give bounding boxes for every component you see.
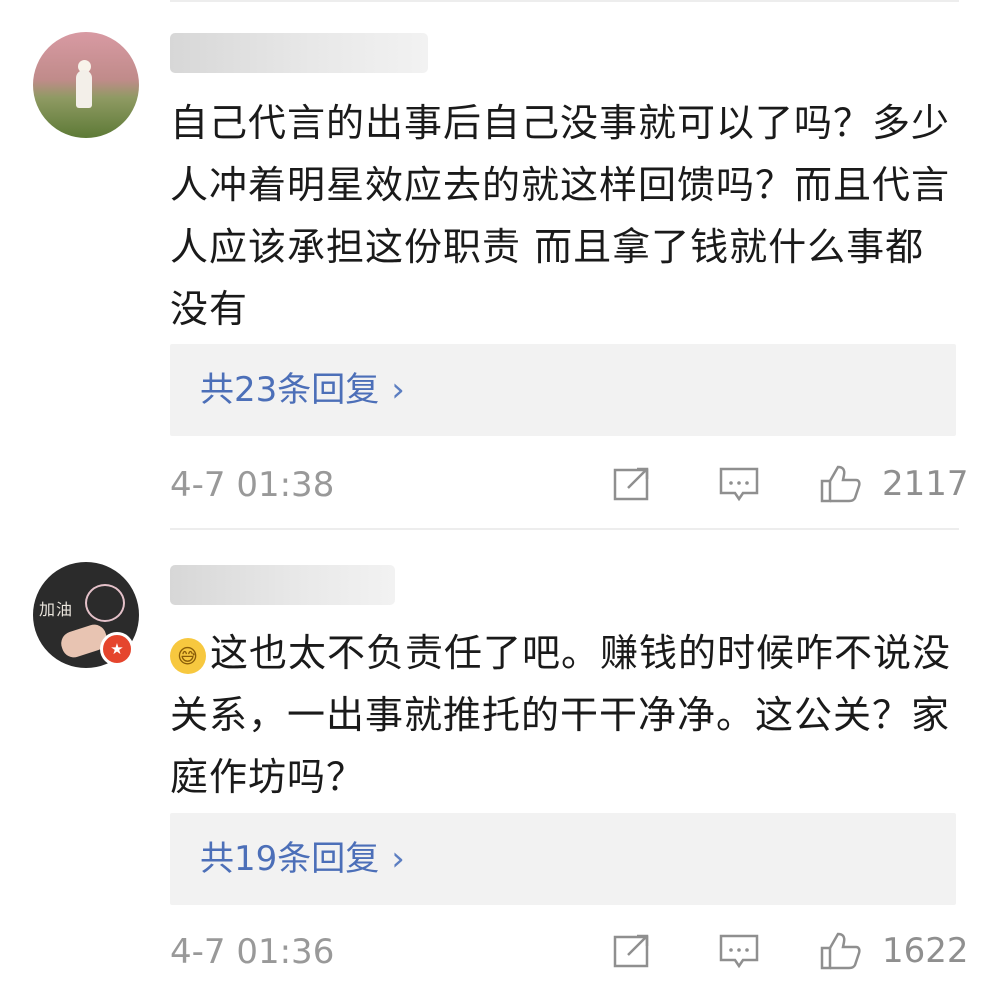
- like-button[interactable]: 1622: [818, 931, 969, 971]
- user-avatar[interactable]: [33, 32, 139, 138]
- replies-link[interactable]: 共19条回复 ›: [170, 813, 956, 905]
- thumbs-up-icon: [820, 932, 861, 970]
- comment-item: 加油 ★ 😅 这也太不负责任了吧。赚钱的时候咋不说没关系，一出事就推托的干干净净。…: [0, 530, 989, 1000]
- replies-link[interactable]: 共23条回复 ›: [170, 344, 956, 436]
- chevron-right-icon: ›: [391, 370, 405, 410]
- comment-icon: [719, 934, 759, 969]
- timestamp: 4-7 01:38: [170, 465, 335, 505]
- comment-button[interactable]: [718, 931, 760, 971]
- comment-text: 自己代言的出事后自己没事就可以了吗？多少人冲着明星效应去的就这样回馈吗？而且代言…: [170, 101, 951, 331]
- blurred-username[interactable]: [170, 565, 395, 605]
- share-button[interactable]: [612, 464, 652, 504]
- like-button[interactable]: 2117: [818, 464, 969, 504]
- replies-count: 共19条回复: [200, 839, 380, 879]
- comment-meta: 4-7 01:38 2117: [170, 461, 969, 509]
- like-count: 2117: [882, 464, 969, 504]
- thumbs-up-icon: [820, 465, 861, 503]
- avatar-text: 加油: [39, 600, 74, 619]
- comment-button[interactable]: [718, 464, 760, 504]
- avatar-chalk-drawing: [85, 584, 125, 622]
- comment-icon: [719, 467, 759, 502]
- comment-text-content: 这也太不负责任了吧。赚钱的时候咋不说没关系，一出事就推托的干干净净。这公关？家庭…: [170, 631, 952, 799]
- like-count: 1622: [882, 931, 969, 971]
- avatar-figure: [76, 70, 92, 108]
- timestamp: 4-7 01:36: [170, 932, 335, 972]
- blurred-username[interactable]: [170, 33, 428, 73]
- sweat-smile-emoji-icon: 😅: [170, 637, 206, 674]
- comment-feed: 自己代言的出事后自己没事就可以了吗？多少人冲着明星效应去的就这样回馈吗？而且代言…: [0, 0, 989, 1000]
- comment-item: 自己代言的出事后自己没事就可以了吗？多少人冲着明星效应去的就这样回馈吗？而且代言…: [0, 0, 989, 530]
- chevron-right-icon: ›: [391, 839, 405, 879]
- share-icon: [613, 467, 649, 501]
- share-icon: [613, 934, 649, 968]
- share-button[interactable]: [612, 931, 652, 971]
- comment-meta: 4-7 01:36 1622: [170, 928, 969, 976]
- replies-count: 共23条回复: [200, 370, 380, 410]
- comment-text: 😅 这也太不负责任了吧。赚钱的时候咋不说没关系，一出事就推托的干干净净。这公关？家…: [170, 622, 960, 808]
- star-badge-icon: ★: [100, 632, 134, 666]
